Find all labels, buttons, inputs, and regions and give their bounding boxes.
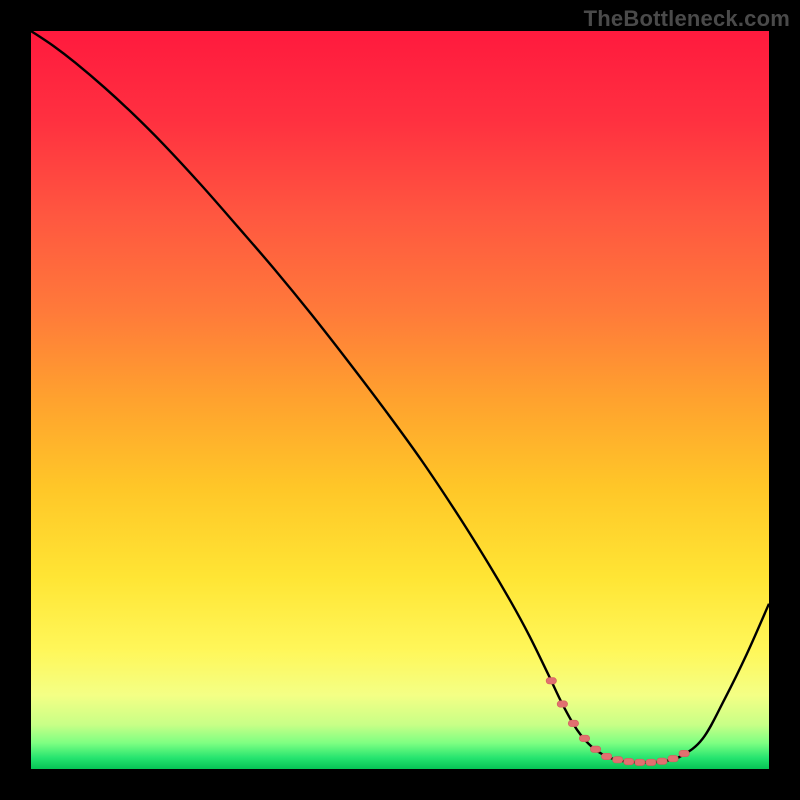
chart-frame: TheBottleneck.com [0, 0, 800, 800]
bottom-marker [590, 746, 600, 752]
bottom-marker [613, 757, 623, 763]
bottom-marker [601, 753, 611, 759]
bottom-marker [546, 678, 556, 684]
bottom-marker [557, 701, 567, 707]
bottom-marker [568, 720, 578, 726]
plot-area [31, 31, 769, 769]
bottom-marker [668, 755, 678, 761]
bottom-marker [579, 735, 589, 741]
gradient-background [31, 31, 769, 769]
watermark-text: TheBottleneck.com [584, 6, 790, 32]
chart-svg [31, 31, 769, 769]
bottom-marker [657, 758, 667, 764]
bottom-marker [624, 758, 634, 764]
bottom-marker [635, 759, 645, 765]
bottom-marker [646, 759, 656, 765]
bottom-marker [679, 750, 689, 756]
